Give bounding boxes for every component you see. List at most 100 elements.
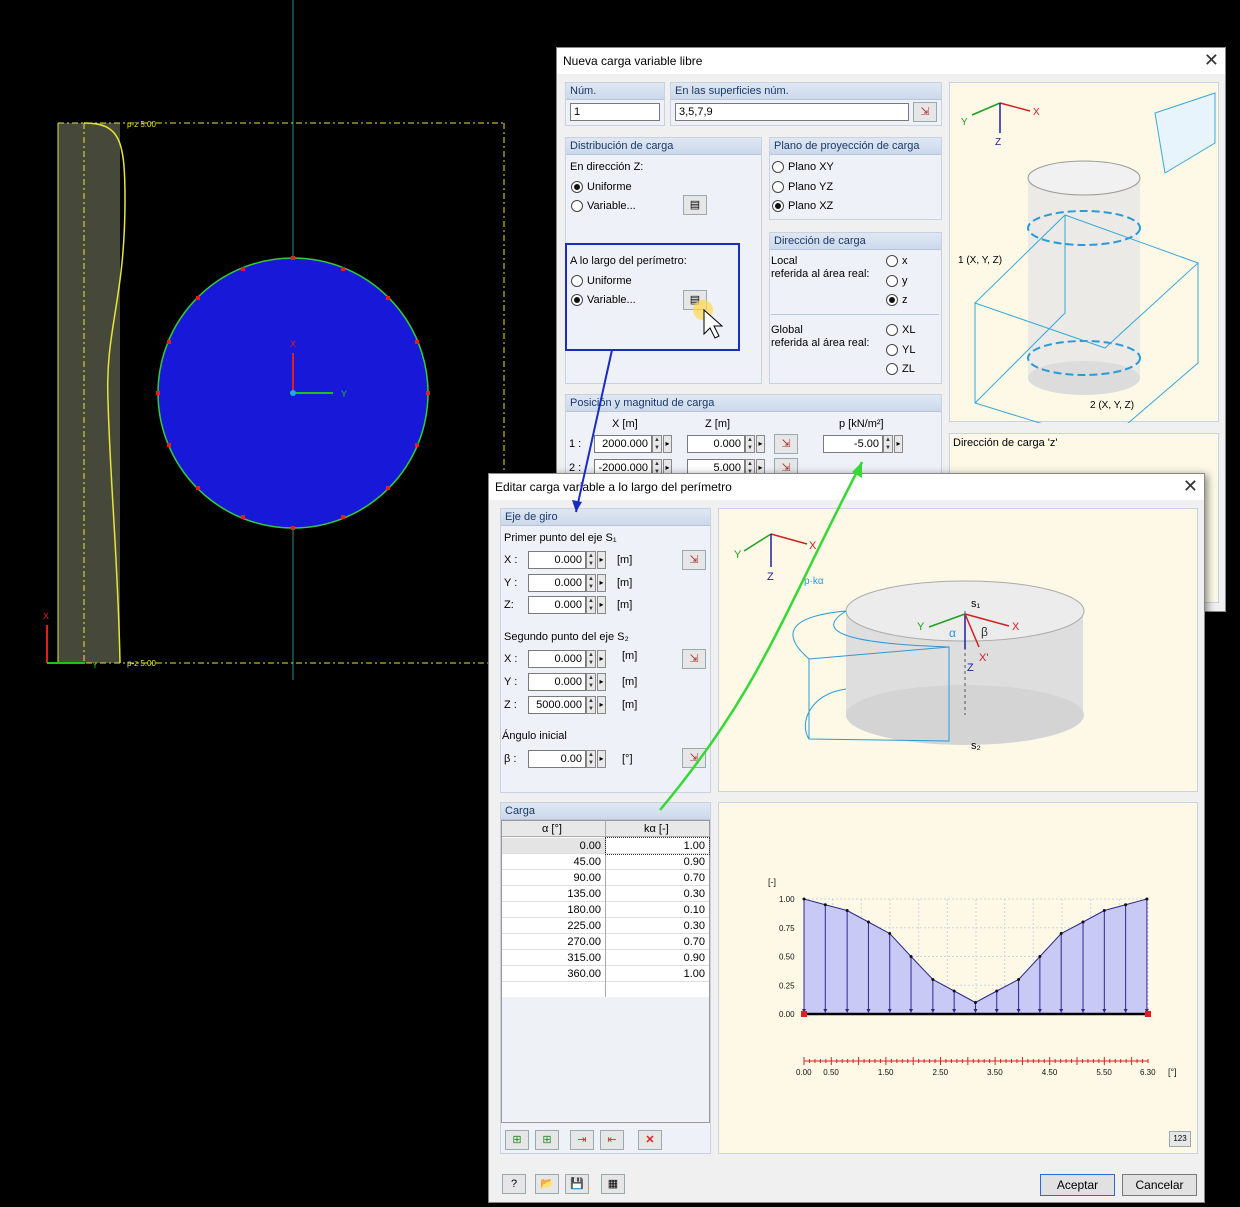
row1-p-input[interactable]: -5.00 <box>823 435 883 453</box>
beta-arrow[interactable]: ▸ <box>597 750 606 768</box>
values-toggle-icon[interactable]: 123 <box>1169 1131 1191 1147</box>
radio-dir-x[interactable] <box>886 255 898 267</box>
p1-y-input[interactable]: 0.000 <box>528 574 586 592</box>
p1-z-arrow[interactable]: ▸ <box>597 596 606 614</box>
table-cell-alpha[interactable]: 360.00 <box>502 966 605 982</box>
p1-y-spinner[interactable]: ▲ ▼ <box>586 574 596 592</box>
p2-x-arrow[interactable]: ▸ <box>597 650 606 668</box>
p2-z-input[interactable]: 5000.000 <box>528 696 586 714</box>
table-cell-alpha[interactable]: 270.00 <box>502 934 605 950</box>
table-cell-k[interactable]: 0.70 <box>606 870 709 886</box>
row1-p-arrow[interactable]: ▸ <box>894 435 903 453</box>
axis-y-label: Y <box>341 389 347 399</box>
row1-x-arrow[interactable]: ▸ <box>663 435 672 453</box>
radio-dir-zl[interactable] <box>886 363 898 375</box>
superficies-input[interactable]: 3,5,7,9 <box>675 103 909 121</box>
local-label-2: referida al área real: <box>771 268 870 280</box>
radio-plano-xy[interactable] <box>772 161 784 173</box>
calculator-icon[interactable]: ▦ <box>601 1174 625 1194</box>
p1-z-unit: [m] <box>617 599 633 611</box>
radio-dir-y[interactable] <box>886 275 898 287</box>
table-cell-alpha[interactable]: 135.00 <box>502 886 605 902</box>
row1-x-input[interactable]: 2000.000 <box>594 435 652 453</box>
p2-x-spinner[interactable]: ▲ ▼ <box>586 650 596 668</box>
radio-variable-z[interactable] <box>571 200 583 212</box>
row1-x-spinner[interactable]: ▲ ▼ <box>652 435 662 453</box>
radio-plano-xz[interactable] <box>772 200 784 212</box>
p2-z-spinner[interactable]: ▲ ▼ <box>586 696 596 714</box>
fig2-x: X <box>809 540 817 552</box>
p2-pick-button[interactable]: ⇲ <box>682 649 706 669</box>
row1-p-spinner[interactable]: ▲ ▼ <box>883 435 893 453</box>
beta-input[interactable]: 0.00 <box>528 750 586 768</box>
p1-pick-button[interactable]: ⇲ <box>682 550 706 570</box>
dialog-editar-perimetro: Editar carga variable a lo largo del per… <box>488 473 1205 1203</box>
num-input[interactable]: 1 <box>570 103 660 121</box>
p2-y-spinner[interactable]: ▲ ▼ <box>586 673 596 691</box>
table-cell-k[interactable]: 1.00 <box>606 966 709 982</box>
table-cell-alpha[interactable]: 315.00 <box>502 950 605 966</box>
add-row-icon[interactable]: ⊞ <box>535 1130 559 1150</box>
table-cell-alpha[interactable]: 90.00 <box>502 870 605 886</box>
global-label-2: referida al área real: <box>771 337 870 349</box>
data-point <box>973 1001 977 1004</box>
close-icon[interactable]: ✕ <box>1204 50 1219 70</box>
p1-z-input[interactable]: 0.000 <box>528 596 586 614</box>
p2-y-input[interactable]: 0.000 <box>528 673 586 691</box>
row1-pick-button[interactable]: ⇲ <box>774 434 798 454</box>
table-cell-k[interactable]: 0.30 <box>606 886 709 902</box>
p2-z-arrow[interactable]: ▸ <box>597 696 606 714</box>
export-icon[interactable]: ⇥ <box>570 1130 594 1150</box>
row1-z-input[interactable]: 0.000 <box>687 435 745 453</box>
table-cell-alpha[interactable]: 180.00 <box>502 902 605 918</box>
accept-button[interactable]: Aceptar <box>1040 1174 1115 1196</box>
radio-plano-yz[interactable] <box>772 181 784 193</box>
help-icon[interactable]: ? <box>502 1174 526 1194</box>
p1-x-input[interactable]: 0.000 <box>528 551 586 569</box>
beta-pick-button[interactable]: ⇲ <box>682 748 706 768</box>
table-cell-alpha[interactable]: 0.00 <box>502 838 605 854</box>
save-icon[interactable]: 💾 <box>565 1174 589 1194</box>
row1-z-arrow[interactable]: ▸ <box>756 435 765 453</box>
dialog-title: Nueva carga variable libre <box>557 48 1225 74</box>
fig2-y: Y <box>734 549 742 561</box>
insert-row-icon[interactable]: ⊞ <box>505 1130 529 1150</box>
p1-y-arrow[interactable]: ▸ <box>597 574 606 592</box>
p1-x-label: X : <box>504 554 518 566</box>
radio-dir-z[interactable] <box>886 294 898 306</box>
cancel-button[interactable]: Cancelar <box>1122 1174 1197 1196</box>
table-cell-k[interactable]: 0.90 <box>606 950 709 966</box>
table-cell-k[interactable]: 1.00 <box>605 837 710 855</box>
p1-x-arrow[interactable]: ▸ <box>597 551 606 569</box>
table-cell-k[interactable]: 0.10 <box>606 902 709 918</box>
data-point <box>909 955 913 958</box>
proyeccion-header: Plano de proyección de carga <box>770 138 941 155</box>
col-x-header: X [m] <box>612 418 638 430</box>
radio-dir-yl[interactable] <box>886 344 898 356</box>
data-point <box>1081 920 1085 924</box>
p2-x-input[interactable]: 0.000 <box>528 650 586 668</box>
p2-y-arrow[interactable]: ▸ <box>597 673 606 691</box>
table-cell-alpha[interactable]: 45.00 <box>502 854 605 870</box>
table-cell-k[interactable]: 0.30 <box>606 918 709 934</box>
row1-z-spinner[interactable]: ▲ ▼ <box>745 435 755 453</box>
edit-variable-z-button[interactable]: ▤ <box>683 195 707 215</box>
radio-variable-perim[interactable] <box>571 294 583 306</box>
p1-x-spinner[interactable]: ▲ ▼ <box>586 551 596 569</box>
radio-uniforme-perim[interactable] <box>571 275 583 287</box>
table-cell-k[interactable]: 0.70 <box>606 934 709 950</box>
close-icon-2[interactable]: ✕ <box>1183 476 1198 496</box>
radio-uniforme-z[interactable] <box>571 181 583 193</box>
p1-z-spinner[interactable]: ▲ ▼ <box>586 596 596 614</box>
dir-yl-label: YL <box>902 344 916 356</box>
delete-row-icon[interactable]: ✕ <box>638 1130 662 1150</box>
beta-spinner[interactable]: ▲ ▼ <box>586 750 596 768</box>
table-cell-k[interactable]: 0.90 <box>606 854 709 870</box>
open-icon[interactable]: 📂 <box>535 1174 559 1194</box>
import-icon[interactable]: ⇤ <box>600 1130 624 1150</box>
data-point <box>802 897 806 901</box>
radio-dir-xl[interactable] <box>886 324 898 336</box>
pick-surfaces-button[interactable]: ⇲ <box>913 102 937 122</box>
table-cell-alpha[interactable]: 225.00 <box>502 918 605 934</box>
carga-table[interactable]: α [°] kα [-] 0.00 1.00 45.00 0.90 90.00 0.70 1… <box>501 820 710 1123</box>
